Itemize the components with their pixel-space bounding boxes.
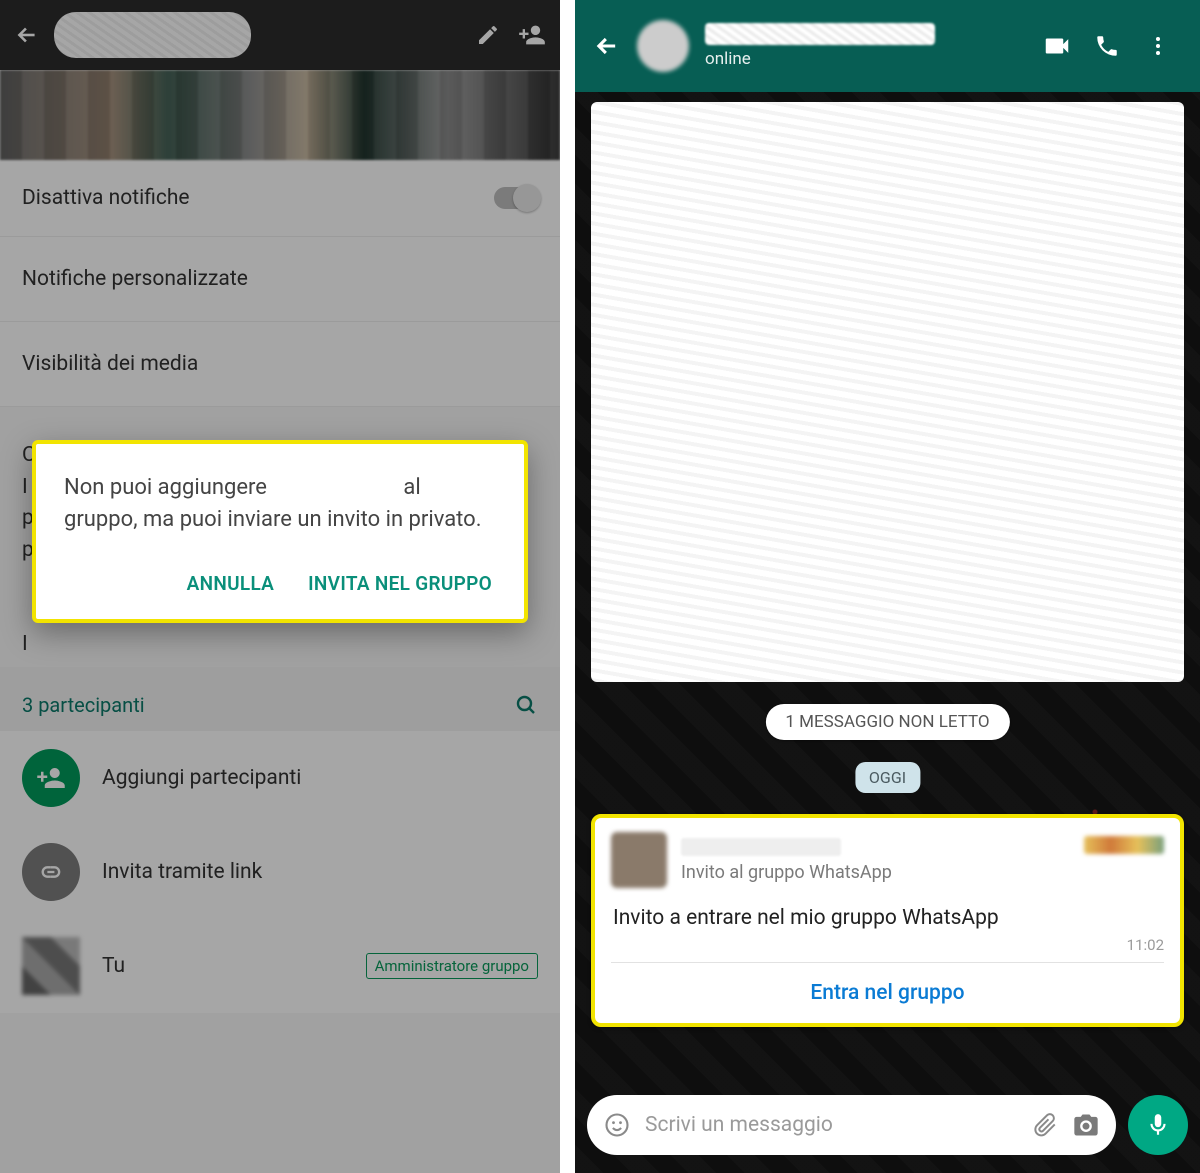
attach-icon[interactable] [1032,1112,1058,1138]
add-person-icon[interactable] [518,21,546,49]
add-participants-label: Aggiungi partecipanti [102,766,301,790]
cannot-add-dialog: Non puoi aggiungere al gruppo, ma puoi i… [32,440,528,623]
participant-you-row[interactable]: Tu Amministratore gruppo [0,919,560,1013]
contact-status: online [705,49,1026,69]
invite-body: Invito a entrare nel mio gruppo WhatsApp [611,888,1164,936]
more-menu-icon[interactable] [1146,34,1182,58]
cancel-button[interactable]: ANNULLA [187,572,275,595]
participants-count: 3 partecipanti [22,693,145,717]
group-name-redacted [54,12,251,58]
participants-section: 3 partecipanti Aggiungi partecipanti Inv… [0,667,560,1013]
media-visibility-row[interactable]: Visibilità dei media [0,322,560,407]
chat-header: online [575,0,1200,92]
participants-preview [1084,836,1164,854]
avatar [22,937,80,995]
invite-subtitle: Invito al gruppo WhatsApp [681,862,1070,883]
screenshot-group-info: Disattiva notifiche Notifiche personaliz… [0,0,560,1173]
search-participants-icon[interactable] [514,693,538,717]
emoji-icon[interactable] [603,1111,631,1139]
message-composer: Scrivi un messaggio [587,1095,1188,1155]
custom-notif-label: Notifiche personalizzate [22,267,248,291]
video-call-icon[interactable] [1042,31,1078,61]
invite-link-label: Invita tramite link [102,860,262,884]
contact-avatar[interactable] [637,20,689,72]
mute-label: Disattiva notifiche [22,186,190,210]
invite-link-row[interactable]: Invita tramite link [0,825,560,919]
camera-icon[interactable] [1072,1111,1100,1139]
custom-notifications-row[interactable]: Notifiche personalizzate [0,237,560,322]
participant-you-label: Tu [102,954,125,978]
add-participants-row[interactable]: Aggiungi partecipanti [0,731,560,825]
admin-badge: Amministratore gruppo [366,953,538,979]
voice-call-icon[interactable] [1094,33,1130,59]
group-avatar [611,832,667,888]
message-placeholder: Scrivi un messaggio [645,1113,1018,1137]
back-icon[interactable] [14,22,40,48]
invite-to-group-button[interactable]: INVITA NEL GRUPPO [308,572,492,595]
media-vis-label: Visibilità dei media [22,352,198,376]
screenshot-chat: online 1 MESSAGGIO NON LETTO OGGI Invito… [575,0,1200,1173]
group-settings-list: Disattiva notifiche Notifiche personaliz… [0,160,560,407]
voice-record-button[interactable] [1128,1095,1188,1155]
contact-title-area[interactable]: online [705,23,1026,69]
group-info-header [0,0,560,70]
group-invite-message[interactable]: Invito al gruppo WhatsApp Invito a entra… [591,814,1184,1027]
edit-icon[interactable] [476,23,504,47]
join-group-button[interactable]: Entra nel gruppo [611,963,1164,1023]
participants-header: 3 partecipanti [0,679,560,731]
message-input[interactable]: Scrivi un messaggio [587,1095,1116,1155]
back-icon[interactable] [593,32,621,60]
group-cover-photo [0,70,560,160]
add-person-circle-icon [22,749,80,807]
message-time: 11:02 [611,936,1164,962]
unread-messages-pill: 1 MESSAGGIO NON LETTO [765,704,1009,740]
older-message-redacted [591,102,1184,682]
mute-toggle[interactable] [494,187,538,209]
group-name-redacted [681,838,841,856]
contact-name-redacted [705,23,935,45]
dialog-message: Non puoi aggiungere al gruppo, ma puoi i… [64,472,496,536]
mute-notifications-row[interactable]: Disattiva notifiche [0,160,560,237]
link-circle-icon [22,843,80,901]
date-pill: OGGI [855,762,920,793]
